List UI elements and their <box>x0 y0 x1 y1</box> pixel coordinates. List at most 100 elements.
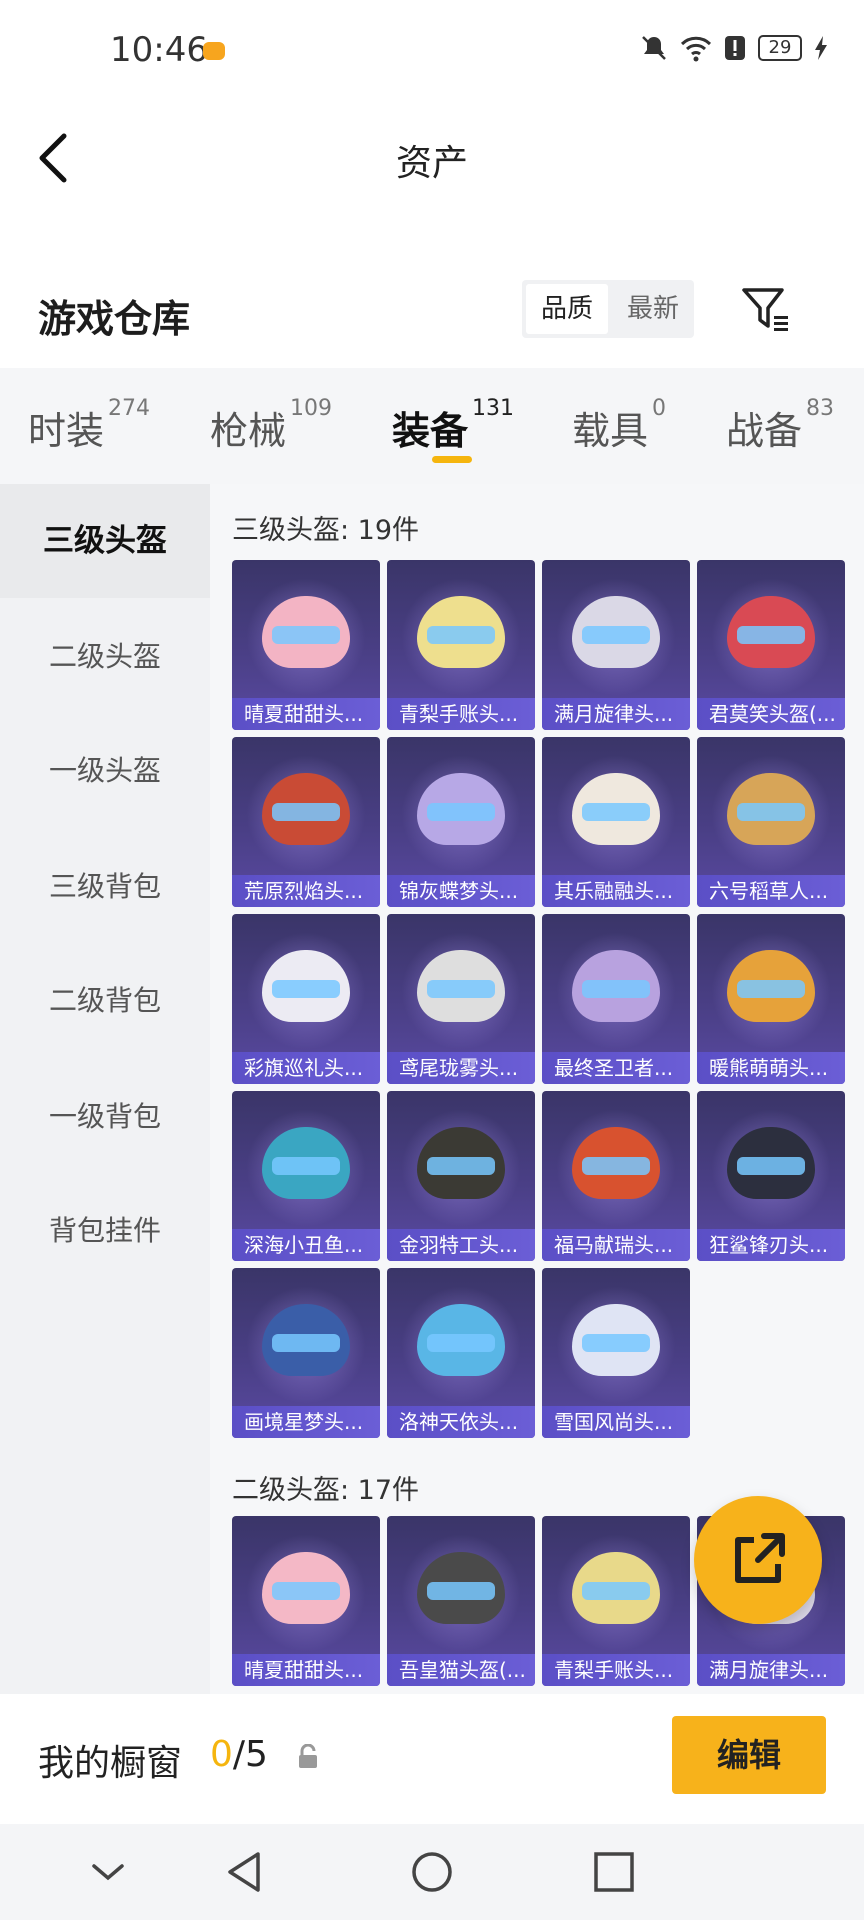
edit-button[interactable]: 编辑 <box>672 1716 826 1794</box>
item-card[interactable]: 君莫笑头盔(... <box>697 560 845 730</box>
helmet-visor <box>272 626 340 644</box>
sort-quality-button[interactable]: 品质 <box>526 284 608 334</box>
item-card[interactable]: 画境星梦头... <box>232 1268 380 1438</box>
item-card[interactable]: 锦灰蝶梦头... <box>387 737 535 907</box>
active-tab-indicator <box>432 456 472 463</box>
page-title: 资产 <box>395 143 468 184</box>
item-name: 六号稻草人... <box>697 875 845 907</box>
nav-recents-icon[interactable] <box>586 1844 642 1900</box>
item-name: 洛神天依头... <box>387 1406 535 1438</box>
showcase-bar: 我的橱窗 0/5 编辑 <box>0 1694 864 1824</box>
helmet-visor <box>582 980 650 998</box>
helmet-visor <box>582 803 650 821</box>
helmet-visor <box>582 1582 650 1600</box>
nav-home-icon[interactable] <box>404 1844 460 1900</box>
item-card[interactable]: 最终圣卫者... <box>542 914 690 1084</box>
sidebar-item-backpack-charm[interactable]: 背包挂件 <box>0 1174 210 1288</box>
helmet-visor <box>427 1582 495 1600</box>
helmet-visor <box>427 1334 495 1352</box>
item-name: 满月旋律头... <box>542 698 690 730</box>
warehouse-row: 游戏仓库 品质 最新 <box>0 264 864 368</box>
item-name: 晴夏甜甜头... <box>232 1654 380 1686</box>
item-card[interactable]: 满月旋律头... <box>542 560 690 730</box>
helmet-visor <box>427 803 495 821</box>
item-card[interactable]: 深海小丑鱼... <box>232 1091 380 1261</box>
item-name: 鸢尾珑雾头... <box>387 1052 535 1084</box>
status-icons: 29 <box>640 34 828 62</box>
item-card[interactable]: 吾皇猫头盔(... <box>387 1516 535 1686</box>
section-title: 二级头盔: 17件 <box>232 1475 420 1506</box>
nav-back-icon[interactable] <box>218 1844 274 1900</box>
helmet-visor <box>737 980 805 998</box>
sidebar: 三级头盔 二级头盔 一级头盔 三级背包 二级背包 一级背包 背包挂件 <box>0 484 210 1694</box>
external-link-icon <box>735 1533 785 1583</box>
helmet-visor <box>427 980 495 998</box>
item-name: 最终圣卫者... <box>542 1052 690 1084</box>
helmet-visor <box>737 626 805 644</box>
item-card[interactable]: 六号稻草人... <box>697 737 845 907</box>
mute-icon <box>642 36 666 60</box>
item-card[interactable]: 彩旗巡礼头... <box>232 914 380 1084</box>
item-card[interactable]: 洛神天依头... <box>387 1268 535 1438</box>
tab-weapons[interactable]: 枪械109 <box>210 396 332 455</box>
item-name: 荒原烈焰头... <box>232 875 380 907</box>
share-button[interactable] <box>694 1496 822 1624</box>
status-time: 10:46 <box>110 30 208 70</box>
item-card[interactable]: 晴夏甜甜头... <box>232 1516 380 1686</box>
item-name: 青梨手账头... <box>387 698 535 730</box>
item-card[interactable]: 狂鲨锋刃头... <box>697 1091 845 1261</box>
item-card[interactable]: 雪国风尚头... <box>542 1268 690 1438</box>
system-nav-bar <box>0 1824 864 1920</box>
sidebar-item-level1-helmet[interactable]: 一级头盔 <box>0 714 210 828</box>
sidebar-item-level3-helmet[interactable]: 三级头盔 <box>0 484 210 598</box>
sidebar-item-level2-helmet[interactable]: 二级头盔 <box>0 600 210 714</box>
item-card[interactable]: 暖熊萌萌头... <box>697 914 845 1084</box>
item-card[interactable]: 金羽特工头... <box>387 1091 535 1261</box>
helmet-visor <box>272 803 340 821</box>
chevron-down-icon[interactable] <box>80 1844 136 1900</box>
tab-vehicles[interactable]: 载具0 <box>572 396 666 455</box>
item-name: 福马献瑞头... <box>542 1229 690 1261</box>
helmet-visor <box>737 803 805 821</box>
sort-toggle: 品质 最新 <box>522 280 694 338</box>
sort-latest-button[interactable]: 最新 <box>612 280 694 338</box>
warehouse-title: 游戏仓库 <box>38 297 191 341</box>
filter-icon[interactable] <box>740 284 790 334</box>
item-name: 深海小丑鱼... <box>232 1229 380 1261</box>
battery-indicator: 29 <box>758 35 802 61</box>
item-card[interactable]: 晴夏甜甜头... <box>232 560 380 730</box>
item-card[interactable]: 鸢尾珑雾头... <box>387 914 535 1084</box>
item-name: 锦灰蝶梦头... <box>387 875 535 907</box>
helmet-visor <box>427 626 495 644</box>
item-name: 吾皇猫头盔(... <box>387 1654 535 1686</box>
item-name: 彩旗巡礼头... <box>232 1052 380 1084</box>
item-card[interactable]: 其乐融融头... <box>542 737 690 907</box>
item-card[interactable]: 青梨手账头... <box>542 1516 690 1686</box>
helmet-visor <box>427 1157 495 1175</box>
item-card[interactable]: 福马献瑞头... <box>542 1091 690 1261</box>
item-name: 晴夏甜甜头... <box>232 698 380 730</box>
sidebar-item-level2-backpack[interactable]: 二级背包 <box>0 944 210 1058</box>
lock-icon <box>299 1744 317 1768</box>
tab-supplies[interactable]: 战备83 <box>726 396 834 455</box>
item-name: 满月旋律头... <box>697 1654 845 1686</box>
item-card[interactable]: 荒原烈焰头... <box>232 737 380 907</box>
helmet-visor <box>582 626 650 644</box>
sidebar-item-level1-backpack[interactable]: 一级背包 <box>0 1060 210 1174</box>
helmet-visor <box>272 1334 340 1352</box>
item-name: 金羽特工头... <box>387 1229 535 1261</box>
item-name: 雪国风尚头... <box>542 1406 690 1438</box>
item-name: 狂鲨锋刃头... <box>697 1229 845 1261</box>
item-name: 君莫笑头盔(... <box>697 698 845 730</box>
category-tabs: 时装274 枪械109 装备131 载具0 战备83 <box>0 368 864 484</box>
tab-equipment[interactable]: 装备131 <box>392 396 514 455</box>
helmet-visor <box>737 1157 805 1175</box>
tab-fashion[interactable]: 时装274 <box>28 396 150 455</box>
status-bar: 10:46 29 <box>0 0 864 104</box>
item-name: 青梨手账头... <box>542 1654 690 1686</box>
item-name: 暖熊萌萌头... <box>697 1052 845 1084</box>
helmet-visor <box>582 1334 650 1352</box>
item-card[interactable]: 青梨手账头... <box>387 560 535 730</box>
sidebar-item-level3-backpack[interactable]: 三级背包 <box>0 830 210 944</box>
section-title: 三级头盔: 19件 <box>232 515 420 546</box>
